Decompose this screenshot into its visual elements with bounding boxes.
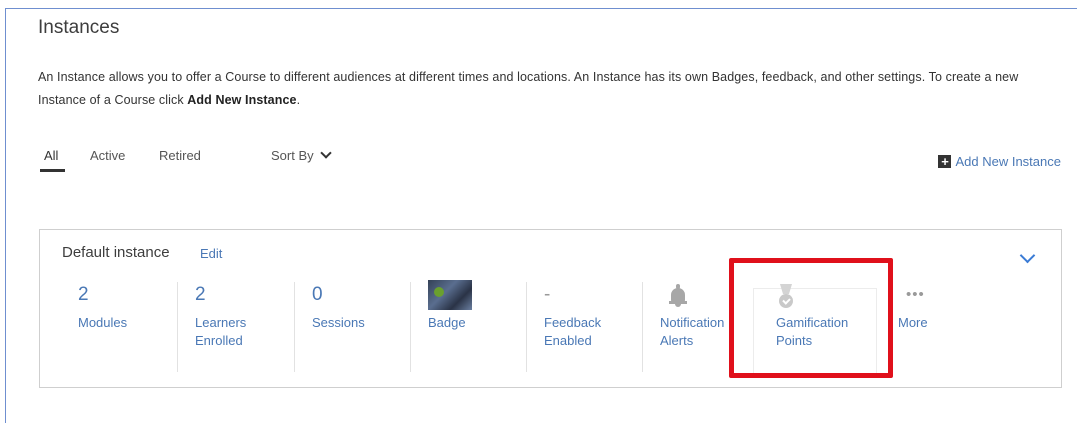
stat-divider	[177, 282, 178, 372]
tab-retired[interactable]: Retired	[159, 148, 201, 163]
stat-divider	[526, 282, 527, 372]
tab-retired-label: Retired	[159, 148, 201, 163]
ellipsis-icon: •••	[906, 286, 925, 303]
sort-by-dropdown[interactable]: Sort By	[271, 147, 332, 163]
tab-all-label: All	[44, 148, 59, 163]
tab-all[interactable]: All	[44, 148, 58, 163]
stat-value: -	[544, 284, 551, 305]
expand-chevron-icon[interactable]	[1019, 247, 1036, 264]
stat-divider	[410, 282, 411, 372]
add-new-instance-label: Add New Instance	[955, 154, 1061, 169]
edit-link[interactable]: Edit	[200, 246, 222, 261]
stat-feedback-enabled[interactable]: - Feedback Enabled	[526, 282, 602, 372]
plus-square-icon: +	[938, 155, 952, 168]
stat-modules[interactable]: 2 Modules	[78, 282, 127, 372]
description-bold-text: Add New Instance	[187, 93, 297, 107]
add-new-instance-button[interactable]: + Add New Instance	[938, 154, 1061, 169]
badge-image	[428, 280, 472, 310]
stat-notification-alerts[interactable]: Notification Alerts	[642, 282, 732, 372]
stat-divider	[294, 282, 295, 372]
stat-label: Learners Enrolled	[195, 315, 247, 348]
stat-value: 0	[312, 284, 323, 305]
stat-label: Notification Alerts	[660, 315, 725, 348]
stat-value: 2	[78, 284, 89, 305]
description-end: .	[296, 93, 301, 107]
stat-label: Badge	[428, 315, 466, 330]
stat-label: Modules	[78, 315, 128, 330]
description-text: An Instance allows you to offer a Course…	[38, 70, 1019, 107]
chevron-down-icon	[319, 147, 332, 159]
highlight-annotation-box	[729, 258, 893, 378]
stat-sessions[interactable]: 0 Sessions	[294, 282, 365, 372]
stat-label: Sessions	[312, 315, 365, 330]
stat-label: Feedback Enabled	[544, 315, 602, 348]
sort-by-label: Sort By	[271, 148, 314, 163]
page-description: An Instance allows you to offer a Course…	[38, 66, 1066, 112]
stat-value: 2	[195, 284, 206, 305]
page-title: Instances	[38, 17, 120, 38]
bell-icon	[668, 282, 688, 308]
tab-active[interactable]: Active	[90, 148, 125, 163]
stat-divider	[642, 282, 643, 372]
stat-learners-enrolled[interactable]: 2 Learners Enrolled	[177, 282, 247, 372]
stat-badge[interactable]: Badge	[410, 280, 472, 372]
stat-more[interactable]: ••• More	[898, 282, 928, 372]
active-tab-underline	[40, 169, 65, 172]
tab-active-label: Active	[90, 148, 126, 163]
instance-title: Default instance	[62, 244, 170, 261]
stat-label: More	[898, 315, 928, 330]
instance-card: Default instance Edit 2 Modules 2 Learne…	[39, 229, 1062, 388]
